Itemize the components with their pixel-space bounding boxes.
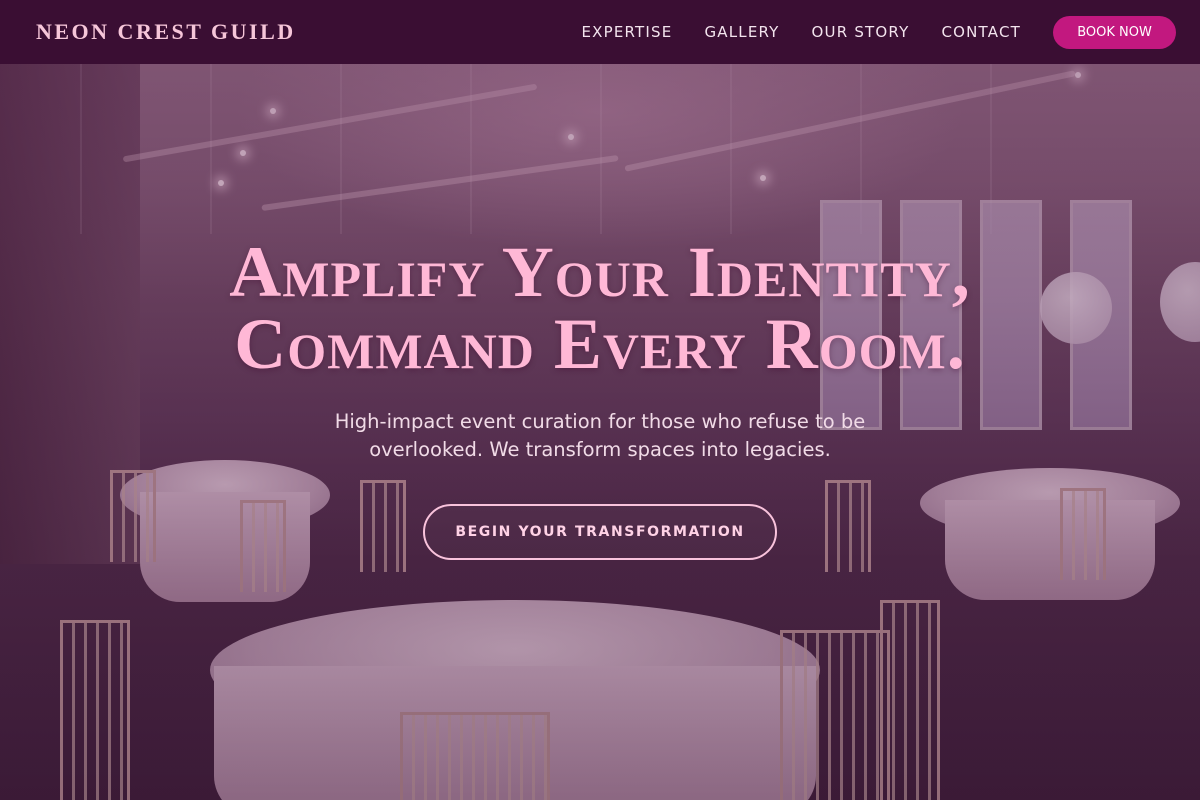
- nav-link-contact[interactable]: CONTACT: [941, 23, 1021, 41]
- begin-transformation-button[interactable]: BEGIN YOUR TRANSFORMATION: [423, 504, 777, 560]
- hero-subtitle: High-impact event curation for those who…: [334, 410, 866, 461]
- hero-headline-line-1: Amplify Your Identity,: [229, 232, 971, 312]
- nav-link-expertise[interactable]: EXPERTISE: [581, 23, 672, 41]
- nav-links: EXPERTISE GALLERY OUR STORY CONTACT BOOK…: [581, 15, 1176, 49]
- nav-link-our-story[interactable]: OUR STORY: [812, 23, 910, 41]
- nav-link-gallery[interactable]: GALLERY: [704, 23, 779, 41]
- hero-headline-line-2: Command Every Room.: [234, 304, 966, 384]
- hero-headline: Amplify Your Identity, Command Every Roo…: [0, 236, 1200, 380]
- hero-background-image: [0, 0, 1200, 800]
- top-navigation-bar: NEON CREST GUILD EXPERTISE GALLERY OUR S…: [0, 0, 1200, 64]
- hero-color-overlay: [0, 0, 1200, 800]
- brand-logo[interactable]: NEON CREST GUILD: [36, 19, 296, 45]
- book-now-button[interactable]: BOOK NOW: [1053, 15, 1176, 49]
